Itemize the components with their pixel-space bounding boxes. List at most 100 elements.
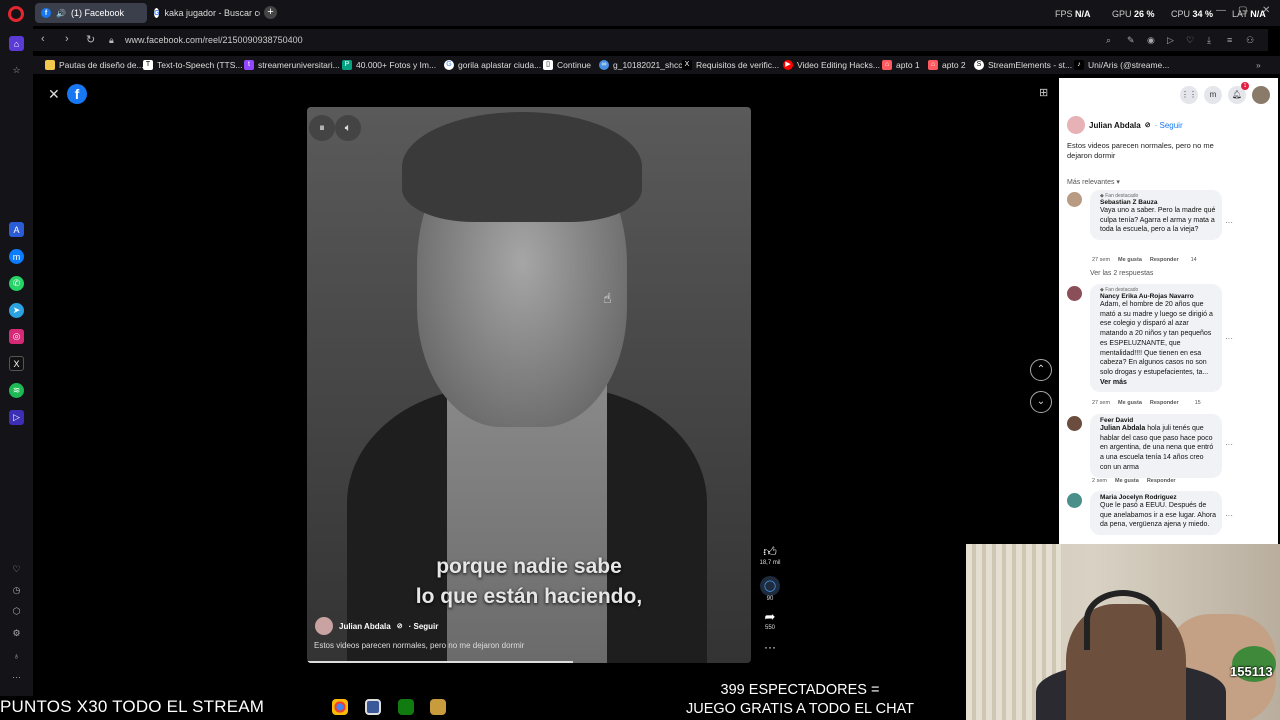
bookmark-item[interactable]: P 40.000+ Fotos y Im... bbox=[342, 56, 436, 74]
reply-button[interactable]: Responder bbox=[1150, 257, 1179, 263]
previous-reel-button[interactable]: ⌃ bbox=[1030, 359, 1052, 381]
box-icon[interactable]: ⬡ bbox=[9, 604, 24, 619]
reaction-count[interactable]: 15 bbox=[1195, 400, 1201, 406]
comment-options-icon[interactable]: ··· bbox=[1225, 511, 1233, 520]
author-name[interactable]: Julian Abdala bbox=[1089, 121, 1141, 130]
more-icon[interactable]: ··· bbox=[9, 669, 24, 684]
opera-logo-icon[interactable] bbox=[8, 6, 24, 22]
reaction-count[interactable]: 14 bbox=[1191, 257, 1197, 263]
close-window-icon[interactable]: ✕ bbox=[1262, 5, 1270, 16]
forward-icon[interactable]: › bbox=[65, 33, 69, 45]
view-replies-link[interactable]: Ver las 2 respuestas bbox=[1090, 270, 1153, 277]
apps-grid-icon[interactable]: ⋮⋮ bbox=[1180, 86, 1198, 104]
heart-icon[interactable]: ♡ bbox=[1186, 35, 1194, 46]
bookmark-item[interactable]: Ggorila aplastar ciuda... bbox=[444, 56, 541, 74]
bookmark-item[interactable]: T Text-to-Speech (TTS... bbox=[143, 56, 243, 74]
messenger-icon[interactable]: m bbox=[9, 249, 24, 264]
search-icon[interactable]: ⌕ bbox=[1106, 35, 1111, 46]
heart-icon[interactable]: ♡ bbox=[9, 562, 24, 577]
bookmark-item[interactable]: ⌂ apto 2 bbox=[928, 56, 966, 74]
tab-google-search[interactable]: G kaka jugador - Buscar con bbox=[148, 3, 260, 23]
avatar[interactable] bbox=[1067, 493, 1082, 508]
pause-icon[interactable]: ⏸ bbox=[309, 115, 335, 141]
follow-button[interactable]: · Seguir bbox=[409, 622, 439, 631]
telegram-icon[interactable]: ➤ bbox=[9, 303, 24, 318]
comment-options-icon[interactable]: ··· bbox=[1225, 440, 1233, 449]
avatar[interactable] bbox=[1067, 416, 1082, 431]
new-tab-button[interactable]: + bbox=[264, 6, 277, 19]
like-button[interactable]: 👍︎ 18,7 mil bbox=[758, 544, 782, 566]
avatar[interactable] bbox=[1067, 116, 1085, 134]
account-avatar[interactable] bbox=[1252, 86, 1270, 104]
see-more-link[interactable]: Ver más bbox=[1100, 379, 1127, 386]
mention-link[interactable]: Julian Abdala bbox=[1100, 425, 1145, 432]
download-icon[interactable]: ⤓ bbox=[1207, 35, 1211, 46]
facebook-logo-icon[interactable]: f bbox=[67, 84, 87, 104]
window-app-icon[interactable] bbox=[365, 699, 381, 715]
video-author[interactable]: Julian Abdala ⊘ · Seguir bbox=[315, 617, 438, 635]
comment-options-icon[interactable]: ··· bbox=[1225, 334, 1233, 343]
reel-video[interactable]: ⏸ 🔈︎ porque nadie sabe lo que están haci… bbox=[307, 107, 751, 663]
commenter-name[interactable]: Nancy Erika Au-Rojas Navarro bbox=[1100, 293, 1216, 300]
more-options-icon[interactable]: ··· bbox=[758, 640, 782, 654]
author-name[interactable]: Julian Abdala bbox=[339, 622, 391, 631]
url-field[interactable]: www.facebook.com/reel/2150090938750400 bbox=[125, 35, 303, 45]
close-icon[interactable]: ✕ bbox=[48, 86, 60, 103]
expand-icon[interactable]: ⊞ bbox=[1039, 86, 1048, 99]
next-reel-button[interactable]: ⌄ bbox=[1030, 391, 1052, 413]
chrome-icon[interactable] bbox=[332, 699, 348, 715]
like-comment-button[interactable]: Me gusta bbox=[1115, 478, 1139, 484]
aria-icon[interactable]: A bbox=[9, 222, 24, 237]
avatar[interactable] bbox=[1067, 192, 1082, 207]
menu-icon[interactable]: ≡ bbox=[1227, 35, 1232, 45]
xbox-icon[interactable] bbox=[398, 699, 414, 715]
volume-icon[interactable]: 🔈︎ bbox=[335, 115, 361, 141]
bookmark-item[interactable]: ♪ Uni/Aris (@streame... bbox=[1074, 56, 1169, 74]
comment-options-icon[interactable]: ··· bbox=[1225, 218, 1233, 227]
like-comment-button[interactable]: Me gusta bbox=[1118, 400, 1142, 406]
player-icon[interactable]: ▷ bbox=[9, 410, 24, 425]
minimize-icon[interactable]: — bbox=[1216, 5, 1226, 16]
history-icon[interactable]: ◷ bbox=[9, 583, 24, 598]
whatsapp-icon[interactable]: ✆ bbox=[9, 276, 24, 291]
bookmark-item[interactable]: ▯ Continue bbox=[543, 56, 591, 74]
edit-icon[interactable]: ✎ bbox=[1127, 35, 1135, 46]
spotify-icon[interactable]: ≋ bbox=[9, 383, 24, 398]
star-icon[interactable]: ☆ bbox=[9, 63, 24, 78]
messenger-icon[interactable]: m bbox=[1204, 86, 1222, 104]
avatar[interactable] bbox=[1067, 286, 1082, 301]
commenter-name[interactable]: Maria Jocelyn Rodriguez bbox=[1100, 494, 1216, 501]
comment-button[interactable]: ◯ 90 bbox=[758, 576, 782, 602]
follow-button[interactable]: · Seguir bbox=[1155, 121, 1183, 130]
sort-dropdown[interactable]: Más relevantes ▾ bbox=[1067, 178, 1120, 186]
reply-button[interactable]: Responder bbox=[1150, 400, 1179, 406]
bookmark-item[interactable]: ∞ g_10182021_shcc bbox=[599, 56, 682, 74]
bookmark-item[interactable]: S StreamElements - st... bbox=[974, 56, 1072, 74]
bookmarks-overflow-icon[interactable]: » bbox=[1256, 56, 1261, 74]
settings-icon[interactable]: ⚙ bbox=[9, 626, 24, 641]
bookmark-item[interactable]: Pautas de diseño de... bbox=[45, 56, 144, 74]
league-icon[interactable] bbox=[430, 699, 446, 715]
play-icon[interactable]: ▷ bbox=[1167, 35, 1174, 46]
tab-facebook[interactable]: f 🔊 (1) Facebook bbox=[35, 3, 147, 23]
bookmark-item[interactable]: t streameruniversitari... bbox=[244, 56, 340, 74]
maximize-icon[interactable]: ▢ bbox=[1238, 5, 1247, 16]
home-icon[interactable]: ⌂ bbox=[9, 36, 24, 51]
bookmark-item[interactable]: ▶ Video Editing Hacks... bbox=[783, 56, 880, 74]
avatar[interactable] bbox=[315, 617, 333, 635]
commenter-name[interactable]: Sebastian Z Bauza bbox=[1100, 199, 1216, 206]
commenter-name[interactable]: Feer David bbox=[1100, 417, 1216, 424]
lightbulb-icon[interactable]: ♁ bbox=[9, 648, 24, 663]
reply-button[interactable]: Responder bbox=[1147, 478, 1176, 484]
bookmark-item[interactable]: ⌂ apto 1 bbox=[882, 56, 920, 74]
profile-icon[interactable]: ⚇ bbox=[1246, 35, 1254, 46]
like-comment-button[interactable]: Me gusta bbox=[1118, 257, 1142, 263]
video-progress-bar[interactable] bbox=[307, 661, 574, 663]
share-button[interactable]: ➦ 550 bbox=[758, 609, 782, 631]
x-icon[interactable]: X bbox=[9, 356, 24, 371]
speaker-icon[interactable]: 🔊 bbox=[56, 9, 66, 18]
instagram-icon[interactable]: ◎ bbox=[9, 329, 24, 344]
bookmark-item[interactable]: X Requisitos de verific... bbox=[682, 56, 779, 74]
camera-icon[interactable]: ◉ bbox=[1147, 35, 1155, 46]
back-icon[interactable]: ‹ bbox=[41, 33, 45, 45]
